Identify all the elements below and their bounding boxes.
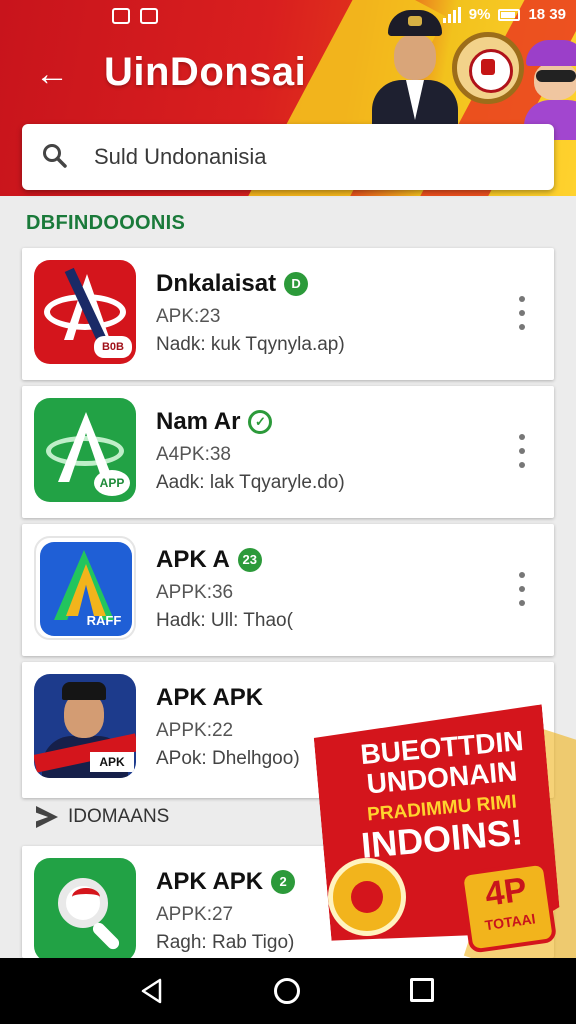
more-options-icon[interactable] [512,434,532,468]
back-arrow-icon: ← [35,55,69,93]
magnifier-icon [34,858,136,962]
app-name: Nam Ar ✓ [156,408,273,436]
verified-badge-icon: ✓ [248,410,273,434]
subsection-label: IDOMAANS [36,806,169,828]
app-version: APPK:22 [156,720,234,741]
app-version: APPK:36 [156,582,234,603]
promo-banner[interactable]: BUEOTTDIN UNDONAIN PRADIMMU RIMI INDOINS… [308,700,576,993]
promo-price-tag: 4P TOTAAI [458,860,558,954]
app-card[interactable]: B0B Dnkalaisat D APK:23 Nadk: kuk Tqynyl… [22,248,554,380]
status-right: 9% 18 39 [442,6,566,23]
chevron-right-icon [36,806,58,828]
notification-icons [112,8,158,24]
red-a-orbit-icon: B0B [34,260,136,364]
icon-tag: B0B [94,336,132,358]
app-detail: Aadk: lak Tqyaryle.do) [156,472,345,493]
nav-recents-icon[interactable] [410,978,434,1002]
search-icon [43,144,67,168]
app-version: APK:23 [156,306,221,327]
promo-seal-icon [328,858,406,936]
officer-portrait-icon: APK [34,674,136,778]
page-title: UinDonsai [104,50,307,94]
app-version: APPK:27 [156,904,234,925]
nav-home-icon[interactable] [274,978,300,1004]
back-arrow-button[interactable]: ← [32,54,72,94]
app-card[interactable]: RAFF APK A 23 APPK:36 Hadk: Ull: Thao( [22,524,554,656]
more-options-icon[interactable] [512,572,532,606]
nav-back-icon[interactable] [140,978,164,1004]
verified-badge-icon: D [284,272,309,296]
clock: 18 39 [528,6,566,23]
icon-tag: APP [94,470,130,496]
app-card[interactable]: APP Nam Ar ✓ A4PK:38 Aadk: lak Tqyaryle.… [22,386,554,518]
app-name: APK APK 2 [156,868,296,896]
search-input[interactable] [94,134,534,180]
app-detail: Nadk: kuk Tqynyla.ap) [156,334,345,355]
app-detail: Ragh: Rab Tigo) [156,932,295,953]
signal-icon [442,6,461,23]
app-name: APK APK [156,684,264,711]
app-detail: Hadk: Ull: Thao( [156,610,293,631]
verified-badge-icon: 23 [237,548,262,572]
blue-a-logo-icon: RAFF [34,536,136,640]
battery-percent: 9% [468,6,491,23]
status-bar: 9% 18 39 [0,0,576,34]
green-a-orbit-icon: APP [34,398,136,502]
verified-badge-icon: 2 [271,870,296,894]
system-nav-bar [0,958,576,1024]
app-version: A4PK:38 [156,444,231,465]
cartoon-character-illustration [520,40,576,140]
app-name: APK A 23 [156,546,262,574]
battery-icon [498,8,521,21]
notification-icon [140,8,158,24]
app-detail: APok: Dhelhgoo) [156,748,300,769]
section-title: DBFINDOOONIS [26,212,186,234]
icon-tag: APK [90,752,134,772]
search-bar[interactable] [22,124,554,190]
app-name: Dnkalaisat D [156,270,309,298]
more-options-icon[interactable] [512,296,532,330]
emblem-seal-icon [452,32,524,104]
notification-icon [112,8,130,24]
icon-tag: RAFF [86,613,122,628]
